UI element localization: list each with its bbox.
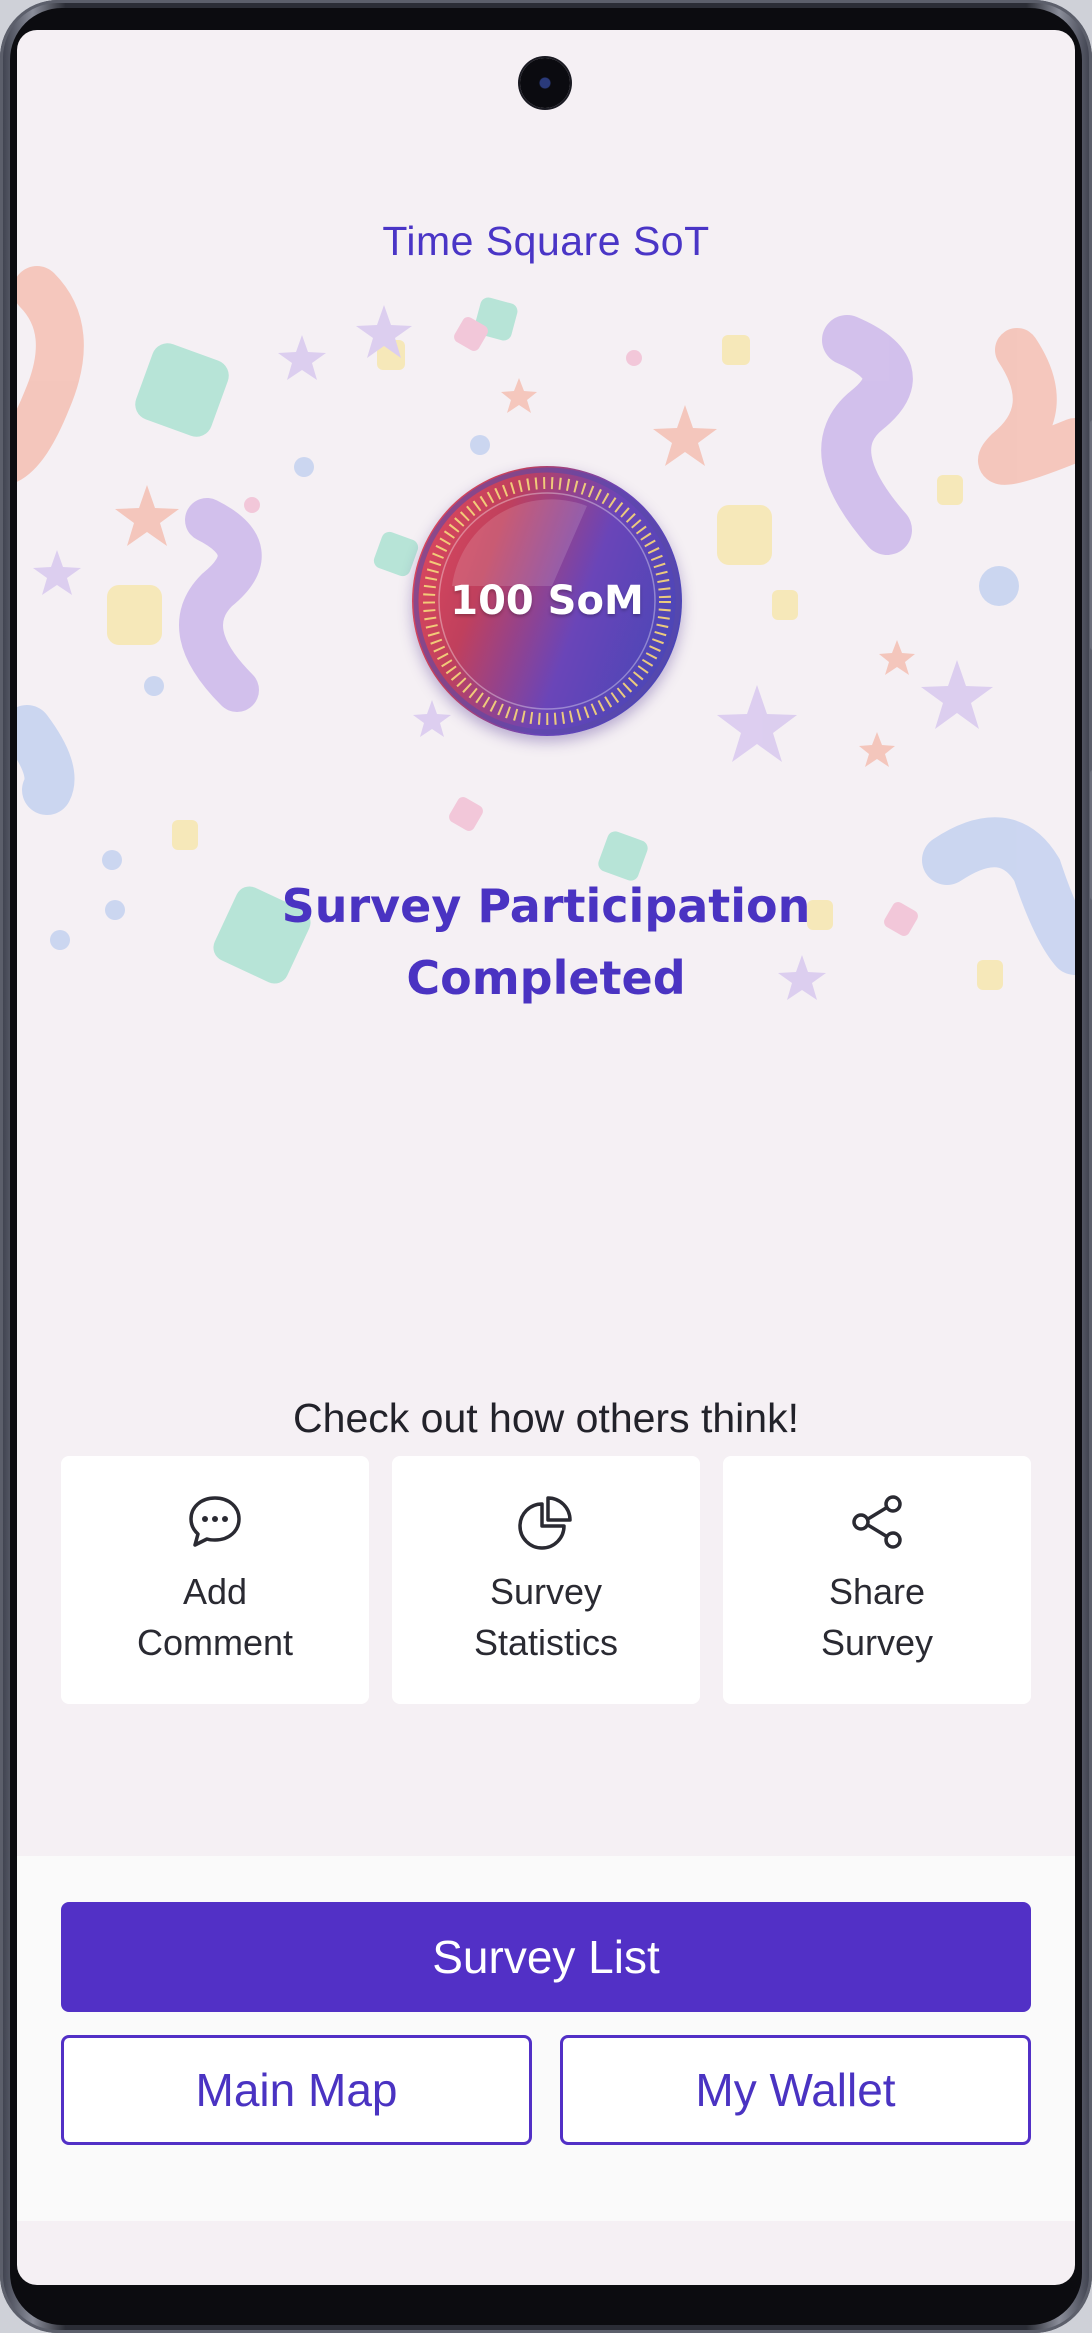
survey-list-button[interactable]: Survey List: [61, 1902, 1031, 2012]
share-survey-button[interactable]: Share Survey: [723, 1456, 1031, 1704]
actions-prompt: Check out how others think!: [293, 1395, 799, 1441]
coin-amount-label: 100 SoM: [450, 578, 644, 624]
add-comment-label: Add Comment: [136, 1571, 294, 1663]
add-comment-button[interactable]: Add Comment: [61, 1456, 369, 1704]
completion-line-2: Completed: [406, 951, 686, 1005]
device-frame: Time Square SoT 100 SoM Survey Participa…: [0, 0, 1092, 2333]
reward-coin: 100 SoM: [412, 466, 682, 736]
pie-chart-icon: [518, 1496, 572, 1550]
survey-statistics-label: Survey Statistics: [473, 1571, 619, 1663]
completion-line-1: Survey Participation: [281, 879, 811, 933]
completion-headline: Survey Participation Completed: [17, 870, 1075, 1014]
coin-body: 100 SoM: [412, 466, 682, 736]
survey-statistics-button[interactable]: Survey Statistics: [392, 1456, 700, 1704]
comment-icon: [189, 1496, 241, 1547]
screen: Time Square SoT 100 SoM Survey Participa…: [17, 30, 1075, 2285]
share-survey-label: Share Survey: [820, 1571, 934, 1663]
action-cards: Add Comment Survey Statistics Share Surv…: [61, 1456, 1031, 1704]
share-icon: [852, 1495, 902, 1549]
main-map-button[interactable]: Main Map: [61, 2035, 532, 2145]
page-title: Time Square SoT: [382, 218, 710, 264]
my-wallet-button[interactable]: My Wallet: [560, 2035, 1031, 2145]
